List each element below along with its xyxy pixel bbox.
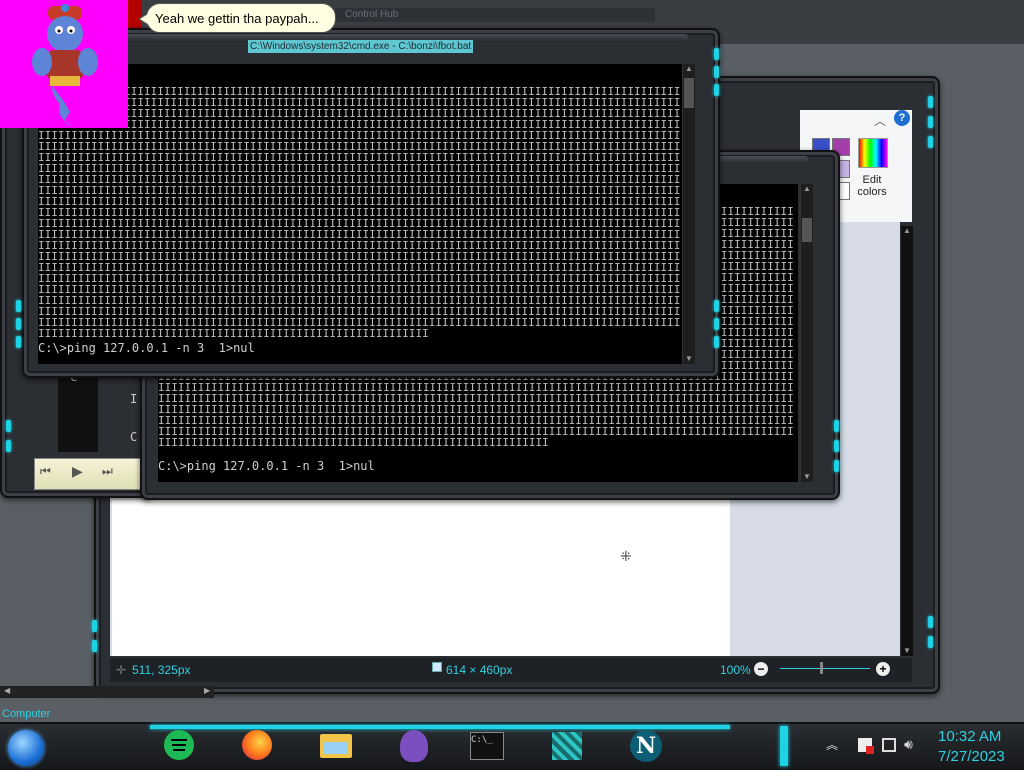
frame-accent: [714, 336, 719, 348]
help-icon[interactable]: ?: [894, 110, 910, 126]
selection-size-icon: [432, 662, 442, 672]
scroll-up-icon[interactable]: ▲: [683, 64, 695, 74]
frame-accent: [16, 336, 21, 348]
scroll-left-icon[interactable]: ◀: [4, 686, 10, 695]
clock-time[interactable]: 10:32 AM: [938, 728, 1001, 745]
frame-accent: [92, 640, 97, 652]
frame-accent: [834, 440, 839, 452]
scroll-thumb[interactable]: [802, 218, 812, 242]
console-front-fill: IIIIIIIIIIIIIIIIIIIIIIIIIIIIIIIIIIIIIIII…: [38, 85, 681, 340]
color-wheel-icon: [858, 138, 888, 168]
genie-icon: [32, 4, 98, 126]
frame-accent: [834, 460, 839, 472]
frame-accent: [928, 96, 933, 108]
play-icon[interactable]: ▶: [72, 463, 83, 480]
netscape-icon[interactable]: N: [630, 730, 662, 762]
file-explorer-icon[interactable]: [320, 734, 352, 758]
small-console-letter: I: [130, 392, 138, 406]
firefox-icon[interactable]: [242, 730, 272, 760]
zoom-slider-thumb[interactable]: [820, 662, 823, 674]
zoom-out-button[interactable]: −: [754, 662, 768, 676]
edit-colors-label: Edit: [862, 174, 882, 186]
frame-accent: [6, 440, 11, 452]
start-orb[interactable]: [8, 730, 44, 766]
cursor-icon: ✛: [116, 663, 127, 677]
bg-window-title: Control Hub: [345, 9, 399, 20]
chevron-up-icon[interactable]: ︿: [874, 112, 886, 129]
paint-status-bar: ✛ 511, 325px 614 × 460px 100% − +: [110, 658, 912, 682]
speech-balloon: Yeah we gettin tha paypah...: [138, 3, 336, 33]
console-back-prompt: C:\>ping 127.0.0.1 -n 3 1>nul: [158, 459, 375, 473]
small-console-1: C I C: [58, 372, 98, 452]
console-front[interactable]: IIIIIIIIIIIIIIIIIIIIIIIIIIIIIIIIIIIIIIII…: [38, 64, 682, 364]
status-canvas-size: 614 × 460px: [446, 663, 513, 677]
clock-date[interactable]: 7/27/2023: [938, 748, 1005, 765]
frame-accent: [16, 300, 21, 312]
action-center-icon[interactable]: [858, 738, 874, 754]
next-track-icon[interactable]: ⏭: [102, 464, 113, 479]
frame-accent: [714, 66, 719, 78]
frame-accent: [714, 300, 719, 312]
paint-canvas[interactable]: [112, 500, 730, 656]
zoom-slider[interactable]: [780, 668, 870, 669]
bonzi-icon[interactable]: [400, 730, 428, 762]
frame-accent: [714, 84, 719, 96]
cmd-icon[interactable]: C:\_: [470, 732, 504, 760]
frame-accent: [928, 136, 933, 148]
edit-colors-button[interactable]: Edit colors: [854, 138, 890, 200]
frame-accent: [6, 420, 11, 432]
status-cursor-pos: 511, 325px: [132, 663, 191, 677]
scroll-up-icon[interactable]: ▲: [901, 226, 913, 236]
computer-label[interactable]: Computer: [2, 708, 50, 720]
frame-accent: [928, 116, 933, 128]
frame-accent: [928, 616, 933, 628]
genie-agent[interactable]: [0, 0, 128, 128]
console-back-vscroll[interactable]: ▲ ▼: [800, 184, 813, 482]
frame-accent: [16, 318, 21, 330]
small-console-letter: C: [130, 430, 138, 444]
frame-accent: [714, 48, 719, 60]
network-icon[interactable]: [882, 738, 896, 752]
console-front-vscroll[interactable]: ▲ ▼: [682, 64, 695, 364]
scroll-right-icon[interactable]: ▶: [204, 686, 210, 695]
scroll-down-icon[interactable]: ▼: [801, 472, 813, 482]
frame-accent: [834, 420, 839, 432]
taskbar-cyan-line: [150, 725, 730, 729]
spotify-icon[interactable]: [164, 730, 194, 760]
frame-accent: [92, 620, 97, 632]
tray-chevron-icon[interactable]: ︽: [826, 736, 838, 753]
app-icon[interactable]: [552, 732, 582, 760]
scroll-down-icon[interactable]: ▼: [901, 646, 913, 656]
prev-track-icon[interactable]: ⏮: [40, 464, 51, 479]
tray-separator: [780, 726, 788, 766]
scroll-down-icon[interactable]: ▼: [683, 354, 695, 364]
scroll-thumb[interactable]: [684, 78, 694, 108]
frame-accent: [928, 636, 933, 648]
crosshair-cursor: ⁜: [620, 548, 632, 564]
cmd-window-title: C:\Windows\system32\cmd.exe - C:\bonzi\f…: [248, 40, 474, 53]
desktop-hscroll[interactable]: ◀ ▶: [0, 686, 214, 698]
volume-icon[interactable]: 🔊︎: [904, 736, 913, 753]
frame-accent: [714, 318, 719, 330]
edit-colors-label-2: colors: [857, 186, 887, 198]
scroll-up-icon[interactable]: ▲: [801, 184, 813, 194]
console-front-prompt: C:\>ping 127.0.0.1 -n 3 1>nul: [38, 341, 255, 355]
zoom-in-button[interactable]: +: [876, 662, 890, 676]
paint-vscroll[interactable]: ▲ ▼: [900, 226, 913, 656]
zoom-level: 100%: [720, 663, 751, 677]
